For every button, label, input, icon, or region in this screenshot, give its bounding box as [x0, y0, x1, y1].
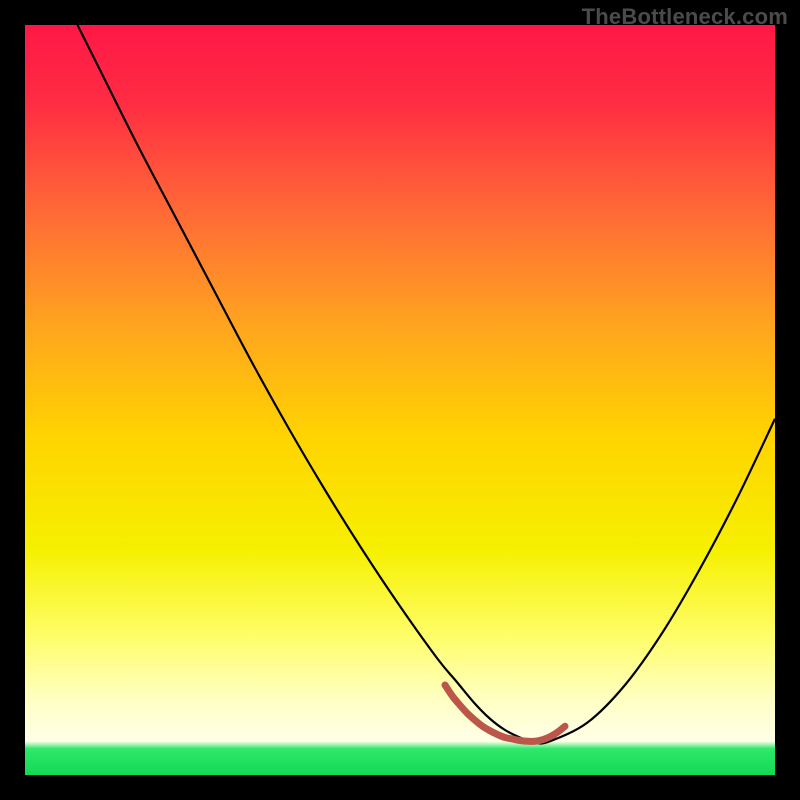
- bottleneck-chart: [25, 25, 775, 775]
- watermark-text: TheBottleneck.com: [582, 4, 788, 30]
- plot-area: [25, 25, 775, 775]
- chart-frame: TheBottleneck.com: [0, 0, 800, 800]
- gradient-background: [25, 25, 775, 775]
